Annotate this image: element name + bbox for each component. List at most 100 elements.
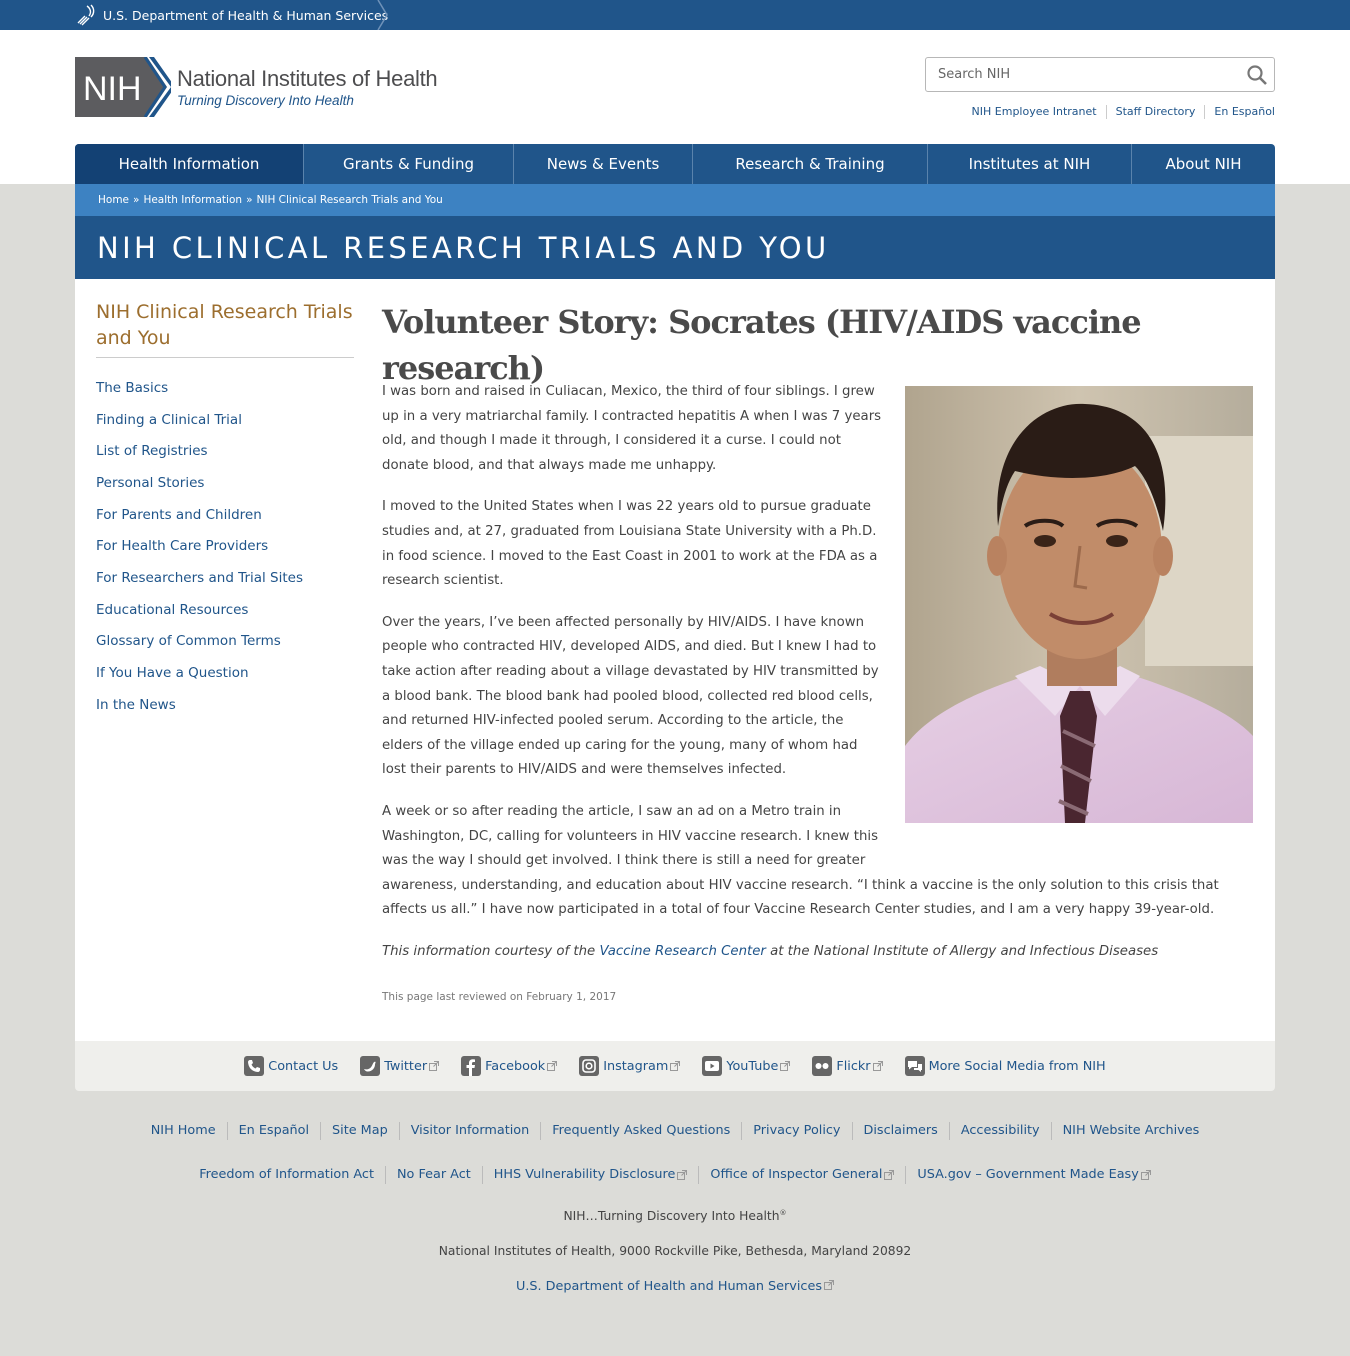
footer-link[interactable]: Privacy Policy	[741, 1122, 851, 1140]
util-link-staff-directory[interactable]: Staff Directory	[1105, 105, 1205, 119]
external-link-icon	[824, 1280, 834, 1290]
social-label: More Social Media from NIH	[928, 1058, 1106, 1074]
youtube-link[interactable]: YouTube	[702, 1056, 791, 1076]
twitter-link[interactable]: Twitter	[360, 1056, 440, 1076]
page-title: Volunteer Story: Socrates (HIV/AIDS vacc…	[382, 303, 1142, 387]
footer-links-secondary: Freedom of Information Act No Fear Act H…	[0, 1166, 1350, 1184]
last-reviewed: This page last reviewed on February 1, 2…	[382, 991, 617, 1003]
footer-tagline-text: NIH…Turning Discovery Into Health	[563, 1209, 780, 1224]
logo-mark-text: NIH	[83, 70, 142, 108]
section-title: NIH CLINICAL RESEARCH TRIALS AND YOU	[75, 216, 1275, 279]
flickr-icon	[812, 1056, 833, 1076]
social-label: Facebook	[485, 1058, 546, 1074]
instagram-icon	[579, 1056, 600, 1076]
sidebar-item-finding-trial[interactable]: Finding a Clinical Trial	[96, 412, 242, 428]
footer-link-label: Freedom of Information Act	[199, 1167, 374, 1182]
contact-us-link[interactable]: Contact Us	[244, 1056, 338, 1076]
breadcrumb-health-information[interactable]: Health Information	[143, 194, 242, 206]
util-link-espanol[interactable]: En Español	[1204, 105, 1275, 119]
breadcrumb-separator: »	[133, 194, 140, 206]
sidebar-item: The Basics	[96, 372, 354, 404]
sidebar: NIH Clinical Research Trials and You The…	[96, 299, 354, 721]
nav-news-events[interactable]: News & Events	[513, 144, 692, 184]
sidebar-item: If You Have a Question	[96, 657, 354, 689]
sidebar-item: For Researchers and Trial Sites	[96, 562, 354, 594]
sidebar-item-the-basics[interactable]: The Basics	[96, 380, 168, 396]
sidebar-item: Educational Resources	[96, 594, 354, 626]
footer-tagline: NIH…Turning Discovery Into Health®	[0, 1209, 1350, 1223]
nav-grants-funding[interactable]: Grants & Funding	[303, 144, 513, 184]
sidebar-item-parents-children[interactable]: For Parents and Children	[96, 507, 262, 523]
footer-link-label: No Fear Act	[396, 1167, 471, 1182]
footer-link[interactable]: Visitor Information	[398, 1122, 541, 1140]
nav-health-information[interactable]: Health Information	[75, 144, 303, 184]
sidebar-item-question[interactable]: If You Have a Question	[96, 665, 249, 681]
sidebar-item-glossary[interactable]: Glossary of Common Terms	[96, 633, 281, 649]
nav-about-nih[interactable]: About NIH	[1131, 144, 1275, 184]
breadcrumb-separator: »	[246, 194, 253, 206]
more-social-media-link[interactable]: More Social Media from NIH	[904, 1056, 1106, 1076]
sidebar-item-in-the-news[interactable]: In the News	[96, 697, 176, 713]
logo-tagline: Turning Discovery Into Health	[177, 93, 354, 108]
social-label: Instagram	[603, 1058, 669, 1074]
sidebar-item-registries[interactable]: List of Registries	[96, 443, 208, 459]
article-paragraph: I was born and raised in Culiacan, Mexic…	[382, 384, 882, 473]
footer-link[interactable]: Freedom of Information Act	[188, 1166, 385, 1184]
hhs-label: U.S. Department of Health & Human Servic…	[103, 7, 389, 23]
footer-link[interactable]: Site Map	[320, 1122, 399, 1140]
nav-research-training[interactable]: Research & Training	[692, 144, 927, 184]
footer-link[interactable]: USA.gov – Government Made Easy	[905, 1166, 1161, 1184]
footer-hhs-label: U.S. Department of Health and Human Serv…	[515, 1279, 822, 1294]
footer-link[interactable]: NIH Home	[140, 1122, 227, 1140]
article-line: A week or so after reading the article, …	[382, 803, 842, 819]
article-line: awareness, understanding, and education …	[382, 877, 1219, 918]
nav-institutes[interactable]: Institutes at NIH	[927, 144, 1131, 184]
article: Volunteer Story: Socrates (HIV/AIDS vacc…	[382, 299, 1254, 1003]
footer-hhs-link[interactable]: U.S. Department of Health and Human Serv…	[516, 1279, 834, 1294]
registered-mark: ®	[779, 1209, 787, 1217]
footer-link[interactable]: En Español	[226, 1122, 320, 1140]
social-label: Twitter	[384, 1058, 428, 1074]
instagram-link[interactable]: Instagram	[579, 1056, 681, 1076]
chat-bubbles-icon	[904, 1056, 925, 1076]
social-bar: Contact Us Twitter Facebook Instagram Yo…	[75, 1041, 1275, 1091]
breadcrumb-home[interactable]: Home	[98, 194, 129, 206]
search-box	[925, 57, 1275, 92]
sidebar-item-educational[interactable]: Educational Resources	[96, 602, 248, 618]
article-body: I was born and raised in Culiacan, Mexic…	[382, 380, 1254, 981]
hhs-link[interactable]: U.S. Department of Health & Human Servic…	[75, 0, 388, 30]
breadcrumb-current: NIH Clinical Research Trials and You	[256, 194, 443, 206]
external-link-icon	[780, 1061, 791, 1071]
sidebar-item-personal-stories[interactable]: Personal Stories	[96, 475, 204, 491]
footer-link[interactable]: Frequently Asked Questions	[540, 1122, 741, 1140]
main-nav: Health Information Grants & Funding News…	[75, 144, 1275, 184]
nih-logo[interactable]: NIH National Institutes of Health Turnin…	[75, 57, 438, 117]
util-link-intranet[interactable]: NIH Employee Intranet	[963, 105, 1106, 119]
external-link-icon	[1140, 1170, 1151, 1180]
footer-link[interactable]: Office of Inspector General	[698, 1166, 905, 1184]
footer-link[interactable]: Accessibility	[948, 1122, 1051, 1140]
footer-hhs: U.S. Department of Health and Human Serv…	[0, 1279, 1350, 1294]
vaccine-research-center-link[interactable]: Vaccine Research Center	[599, 944, 765, 959]
sidebar-item: Personal Stories	[96, 467, 354, 499]
search-icon[interactable]	[1246, 64, 1268, 86]
social-label: YouTube	[726, 1058, 779, 1074]
sidebar-item-care-providers[interactable]: For Health Care Providers	[96, 538, 268, 554]
twitter-icon	[360, 1056, 381, 1076]
social-label: Flickr	[836, 1058, 871, 1074]
flickr-link[interactable]: Flickr	[812, 1056, 883, 1076]
footer-link[interactable]: Disclaimers	[851, 1122, 949, 1140]
footer-link-label: HHS Vulnerability Disclosure	[493, 1167, 676, 1182]
sidebar-item-researchers[interactable]: For Researchers and Trial Sites	[96, 570, 303, 586]
search-input[interactable]	[926, 58, 1226, 91]
courtesy-prefix: This information courtesy of the	[382, 943, 600, 959]
external-link-icon	[670, 1061, 681, 1071]
social-label: Contact Us	[268, 1058, 339, 1074]
facebook-link[interactable]: Facebook	[461, 1056, 558, 1076]
footer-link[interactable]: HHS Vulnerability Disclosure	[481, 1166, 699, 1184]
youtube-icon	[702, 1056, 723, 1076]
article-paragraph: I moved to the United States when I was …	[382, 499, 878, 589]
footer-link[interactable]: No Fear Act	[384, 1166, 482, 1184]
footer-link[interactable]: NIH Website Archives	[1050, 1122, 1211, 1140]
footer-link-label: Office of Inspector General	[710, 1167, 883, 1182]
